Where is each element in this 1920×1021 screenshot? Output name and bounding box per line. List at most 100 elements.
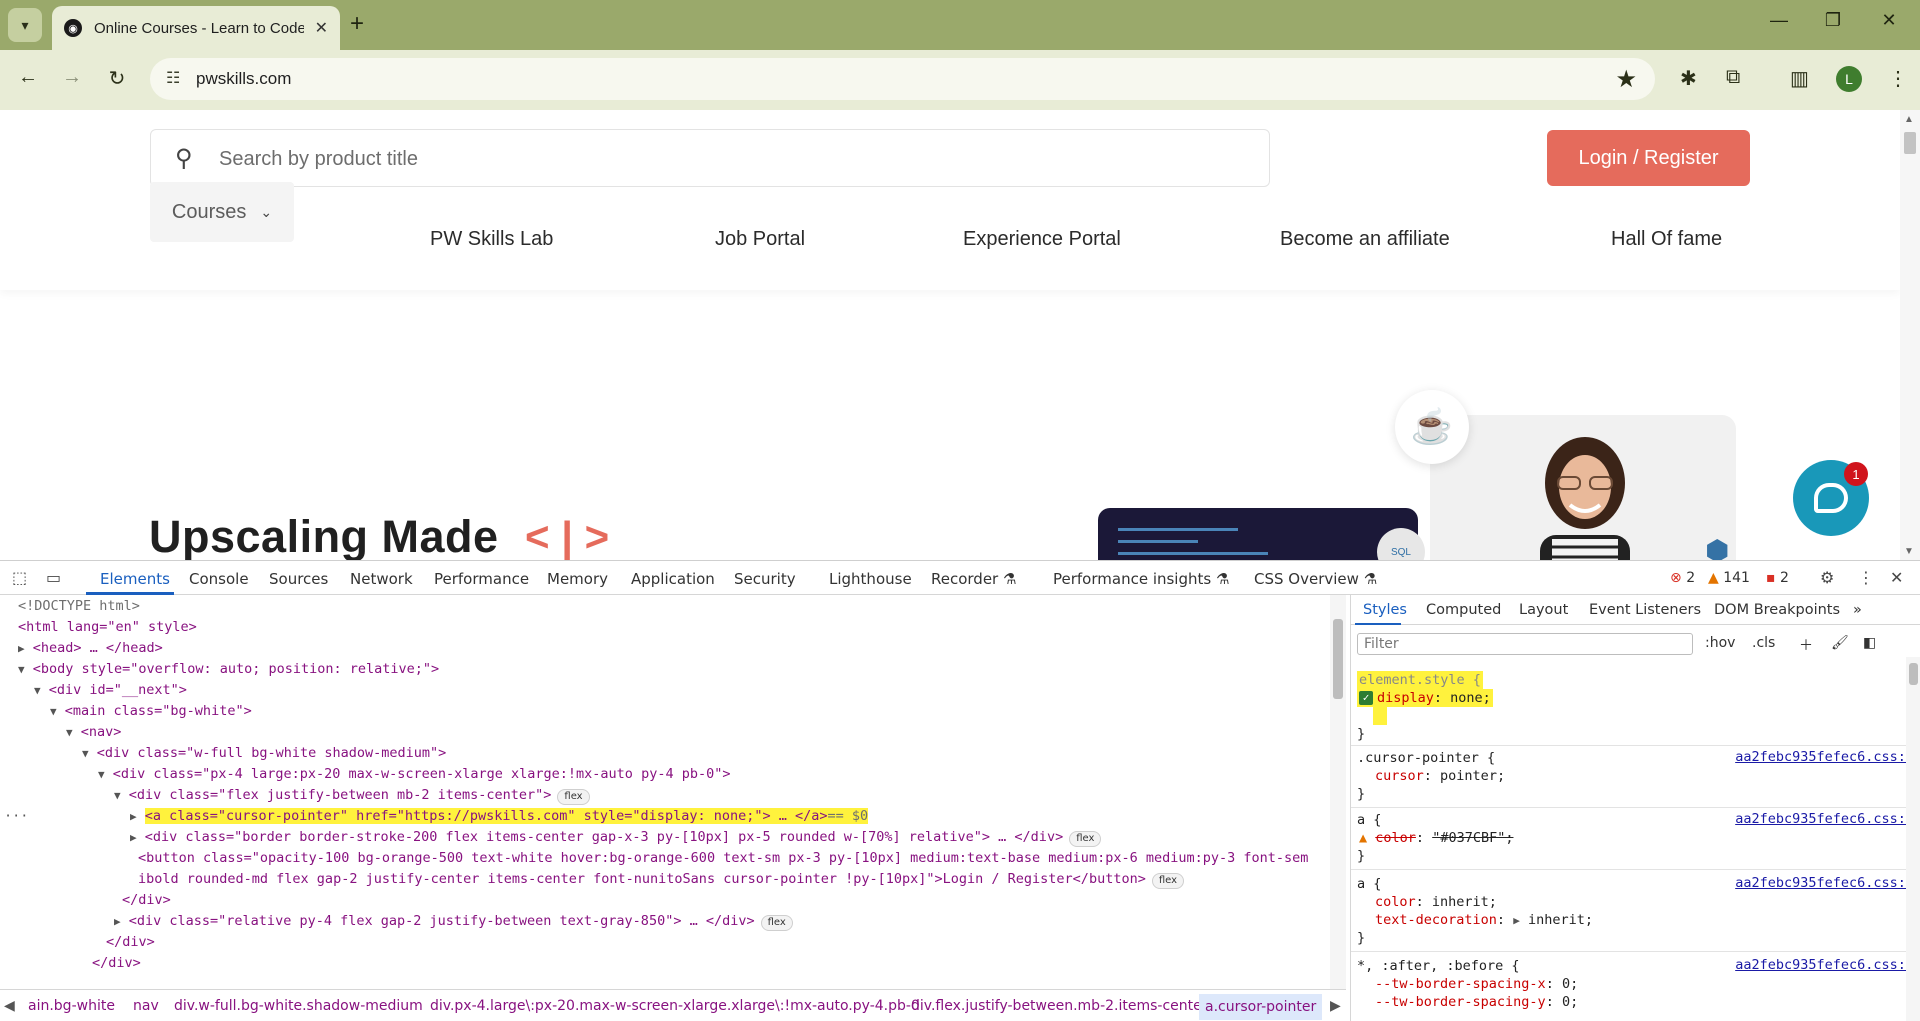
property-name[interactable]: display bbox=[1377, 690, 1434, 706]
scrollbar-thumb[interactable] bbox=[1904, 132, 1916, 154]
hover-state-toggle[interactable]: :hov bbox=[1705, 635, 1735, 651]
dom-line[interactable]: <button class="opacity-100 bg-orange-500… bbox=[138, 848, 1308, 869]
profile-avatar[interactable]: L bbox=[1836, 66, 1862, 92]
dom-line[interactable]: </div> bbox=[106, 932, 155, 953]
display-declaration[interactable]: ✓ display: none; bbox=[1357, 689, 1493, 707]
paint-brush-icon[interactable]: 🖌 bbox=[1831, 635, 1849, 651]
flex-badge[interactable]: flex bbox=[1151, 873, 1185, 889]
courses-dropdown[interactable]: Courses ⌄ bbox=[150, 182, 294, 242]
rule-selector[interactable]: .cursor-pointer { bbox=[1357, 749, 1495, 767]
tab-recorder[interactable]: Recorder ⚗ bbox=[931, 570, 1016, 588]
nav-link-hall-of-fame[interactable]: Hall Of fame bbox=[1611, 228, 1722, 251]
login-register-button[interactable]: Login / Register bbox=[1547, 130, 1750, 186]
dom-line[interactable]: ▶ <div class="border border-stroke-200 f… bbox=[130, 827, 1102, 848]
tab-dom-breakpoints[interactable]: DOM Breakpoints bbox=[1714, 602, 1840, 618]
close-window-button[interactable]: ✕ bbox=[1866, 10, 1912, 31]
rule-selector[interactable]: a { bbox=[1357, 811, 1381, 829]
property-value[interactable]: 0; bbox=[1562, 994, 1578, 1010]
dom-line[interactable]: ▼ <body style="overflow: auto; position:… bbox=[18, 659, 439, 680]
flex-badge[interactable]: flex bbox=[1069, 831, 1102, 847]
property-name[interactable]: color bbox=[1375, 830, 1416, 846]
address-bar[interactable]: ☷ pwskills.com ★ bbox=[150, 58, 1655, 100]
collapse-triangle-icon[interactable]: ▼ bbox=[114, 789, 121, 802]
error-count[interactable]: ⊗ 2 bbox=[1670, 570, 1695, 586]
tab-security[interactable]: Security bbox=[734, 570, 796, 588]
expand-triangle-icon[interactable]: ▶ bbox=[18, 642, 25, 655]
tab-event-listeners[interactable]: Event Listeners bbox=[1589, 602, 1701, 618]
side-panel-icon[interactable]: ▥ bbox=[1790, 66, 1809, 91]
menu-kebab-icon[interactable]: ⋮ bbox=[1888, 66, 1908, 91]
row-options-icon[interactable]: ··· bbox=[4, 806, 28, 827]
property-value[interactable]: inherit; bbox=[1432, 894, 1497, 910]
stylesheet-link[interactable]: aa2febc935fefec6.css:9 bbox=[1735, 957, 1914, 973]
dom-line[interactable]: ibold rounded-md flex gap-2 justify-cent… bbox=[138, 869, 1185, 890]
issues-count[interactable]: ▪ 2 bbox=[1766, 570, 1789, 586]
cursor-declaration[interactable]: cursor: pointer; bbox=[1375, 767, 1505, 785]
expand-triangle-icon[interactable]: ▶ bbox=[114, 915, 121, 928]
property-value[interactable]: "#037CBF"; bbox=[1432, 830, 1513, 846]
nav-link-experience-portal[interactable]: Experience Portal bbox=[963, 228, 1121, 251]
dom-line[interactable]: ▼ <div class="flex justify-between mb-2 … bbox=[114, 785, 590, 806]
tab-network[interactable]: Network bbox=[350, 570, 413, 588]
site-info-icon[interactable]: ☷ bbox=[166, 68, 180, 88]
scroll-down-icon[interactable]: ▼ bbox=[1904, 546, 1914, 557]
tw-declaration[interactable]: --tw-border-spacing-y: 0; bbox=[1375, 993, 1578, 1011]
scrollbar-thumb[interactable] bbox=[1909, 663, 1918, 685]
property-name[interactable]: color bbox=[1375, 894, 1416, 910]
tab-application[interactable]: Application bbox=[631, 570, 715, 588]
tab-css-overview[interactable]: CSS Overview ⚗ bbox=[1254, 570, 1377, 588]
breadcrumb-item[interactable]: div.w-full.bg-white.shadow-medium bbox=[174, 998, 423, 1014]
tab-styles[interactable]: Styles bbox=[1363, 602, 1407, 618]
rule-selector[interactable]: *, :after, :before { bbox=[1357, 957, 1520, 975]
close-icon[interactable]: ✕ bbox=[315, 18, 328, 38]
color-declaration[interactable]: color: inherit; bbox=[1375, 893, 1497, 911]
tab-sources[interactable]: Sources bbox=[269, 570, 328, 588]
browser-tab[interactable]: ◉ Online Courses - Learn to Code ✕ bbox=[52, 6, 340, 50]
flex-badge[interactable]: flex bbox=[760, 915, 793, 931]
dom-line[interactable]: <html lang="en" style> bbox=[18, 617, 197, 638]
search-input[interactable]: ⚲ Search by product title bbox=[150, 129, 1270, 187]
dom-line[interactable]: </div> bbox=[92, 953, 141, 974]
rule-selector[interactable]: a { bbox=[1357, 875, 1381, 893]
more-options-icon[interactable]: ⋮ bbox=[1858, 568, 1874, 587]
collapse-triangle-icon[interactable]: ▼ bbox=[34, 684, 41, 697]
breadcrumb-item[interactable]: nav bbox=[133, 998, 159, 1014]
dom-line[interactable]: ▼ <main class="bg-white"> bbox=[50, 701, 252, 722]
tab-console[interactable]: Console bbox=[189, 570, 249, 588]
collapse-triangle-icon[interactable]: ▼ bbox=[82, 747, 89, 760]
element-style-selector[interactable]: element.style { bbox=[1357, 671, 1483, 689]
breadcrumb-item[interactable]: div.flex.justify-between.mb-2.items-cent… bbox=[911, 998, 1208, 1014]
collapse-triangle-icon[interactable]: ▼ bbox=[50, 705, 57, 718]
inspect-element-icon[interactable]: ⬚ bbox=[12, 568, 27, 587]
property-value[interactable]: none; bbox=[1450, 690, 1491, 706]
text-decoration-declaration[interactable]: text-decoration: ▶ inherit; bbox=[1375, 911, 1593, 929]
elements-scrollbar[interactable] bbox=[1330, 595, 1346, 989]
tab-memory[interactable]: Memory bbox=[547, 570, 608, 588]
forward-icon[interactable]: → bbox=[58, 66, 86, 89]
color-declaration-overridden[interactable]: ▲ color: "#037CBF"; bbox=[1359, 829, 1513, 847]
page-scrollbar[interactable]: ▲ ▼ bbox=[1900, 110, 1920, 560]
bookmark-star-icon[interactable]: ★ bbox=[1615, 65, 1637, 94]
tab-performance[interactable]: Performance bbox=[434, 570, 529, 588]
tab-search-button[interactable]: ▾ bbox=[8, 8, 42, 42]
stylesheet-link[interactable]: aa2febc935fefec6.css:9 bbox=[1735, 811, 1914, 827]
stylesheet-link[interactable]: aa2febc935fefec6.css:9 bbox=[1735, 749, 1914, 765]
close-devtools-icon[interactable]: ✕ bbox=[1890, 568, 1903, 587]
property-value[interactable]: 0; bbox=[1562, 976, 1578, 992]
property-value[interactable]: pointer; bbox=[1440, 768, 1505, 784]
dom-line-selected[interactable]: ▶ <a class="cursor-pointer" href="https:… bbox=[130, 806, 869, 827]
dom-line[interactable]: ▶ <div class="relative py-4 flex gap-2 j… bbox=[114, 911, 793, 932]
scroll-up-icon[interactable]: ▲ bbox=[1904, 114, 1914, 125]
collapse-triangle-icon[interactable]: ▼ bbox=[18, 663, 25, 676]
expand-triangle-icon[interactable]: ▶ bbox=[130, 831, 137, 844]
url-text[interactable]: pwskills.com bbox=[196, 69, 291, 89]
settings-gear-icon[interactable]: ⚙ bbox=[1820, 568, 1834, 587]
dom-line[interactable]: <!DOCTYPE html> bbox=[18, 596, 140, 617]
breadcrumb-item[interactable]: div.px-4.large\:px-20.max-w-screen-xlarg… bbox=[430, 998, 920, 1014]
new-rule-icon[interactable]: ＋ bbox=[1799, 635, 1813, 655]
nav-link-become-affiliate[interactable]: Become an affiliate bbox=[1280, 228, 1450, 251]
dom-line[interactable]: ▼ <div class="px-4 large:px-20 max-w-scr… bbox=[98, 764, 730, 785]
styles-filter-input[interactable]: Filter bbox=[1357, 633, 1693, 655]
extensions-icon[interactable]: ⧉ bbox=[1726, 66, 1740, 89]
expand-triangle-icon[interactable]: ▶ bbox=[1513, 914, 1520, 927]
